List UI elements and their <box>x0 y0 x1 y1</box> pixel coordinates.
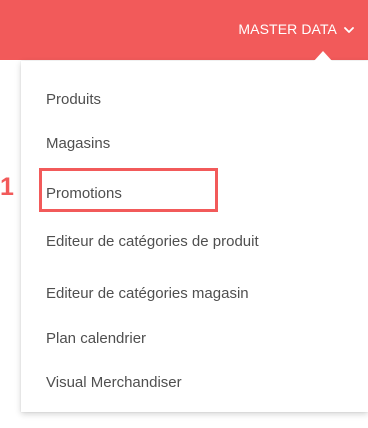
chevron-down-icon <box>344 25 354 35</box>
menu-item-editeur-categories-magasin[interactable]: Editeur de catégories magasin <box>46 283 249 305</box>
dropdown-caret <box>313 51 333 62</box>
menu-item-promotions[interactable]: Promotions <box>46 183 122 205</box>
master-data-label: MASTER DATA <box>238 21 337 37</box>
menu-item-editeur-categories-produit[interactable]: Editeur de catégories de produit <box>46 231 259 253</box>
menu-item-plan-calendrier[interactable]: Plan calendrier <box>46 328 146 350</box>
master-data-menu-button[interactable]: MASTER DATA <box>238 18 354 40</box>
menu-item-produits[interactable]: Produits <box>46 89 101 111</box>
menu-item-magasins[interactable]: Magasins <box>46 133 110 155</box>
step-number-annotation: 1 <box>0 173 14 201</box>
menu-item-visual-merchandiser[interactable]: Visual Merchandiser <box>46 372 182 394</box>
master-data-dropdown: Produits Magasins Promotions Editeur de … <box>21 61 368 412</box>
